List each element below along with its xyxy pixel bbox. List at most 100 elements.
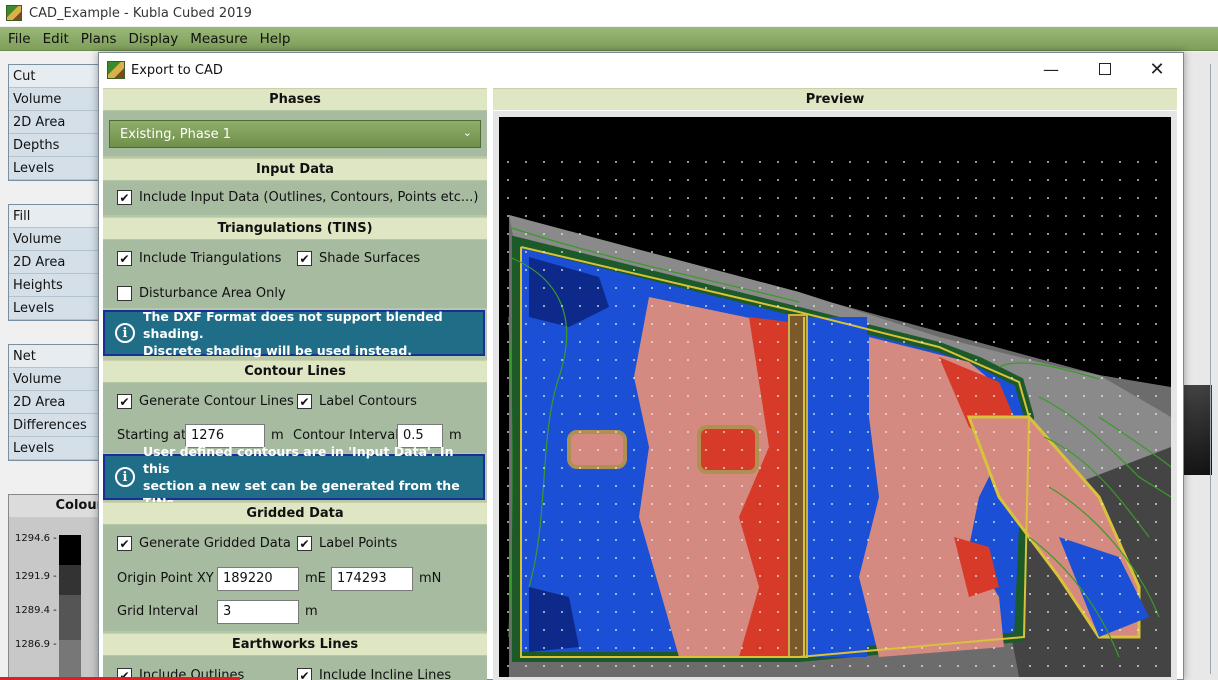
export-options-panel: Phases Existing, Phase 1 ⌄ Input Data ✔ … [103,88,487,680]
cut-header[interactable]: Cut [9,65,107,88]
origin-point-label: Origin Point XY [117,571,214,586]
include-triangulations-row[interactable]: ✔ Include Triangulations [117,251,281,266]
shade-surfaces-row[interactable]: ✔ Shade Surfaces [297,251,420,266]
include-input-data-row[interactable]: ✔ Include Input Data (Outlines, Contours… [117,190,478,205]
net-volume[interactable]: Volume [9,368,107,391]
cut-group: Cut Volume 2D Area Depths Levels [8,64,108,181]
dxf-info-line-1: The DXF Format does not support blended … [143,308,443,341]
origin-y-unit: mN [419,571,442,586]
info-icon: i [115,467,135,487]
disturbance-area-row[interactable]: Disturbance Area Only [117,286,286,301]
include-incline-label: Include Incline Lines [319,668,452,680]
starting-at-unit: m [271,428,284,443]
preview-header: Preview [493,88,1177,110]
contours-info-text: User defined contours are in 'Input Data… [143,443,483,511]
disturbance-area-checkbox[interactable] [117,286,132,301]
generate-contours-checkbox[interactable]: ✔ [117,394,132,409]
preview-area [493,111,1177,680]
label-contours-row[interactable]: ✔ Label Contours [297,394,417,409]
origin-x-input[interactable]: 189220 [217,567,299,591]
colour-legend-panel: Colour 1294.6 - 1291.9 - 1289.4 - 1286.9… [8,494,108,680]
disturbance-area-label: Disturbance Area Only [139,286,286,301]
stats-sidebar: Cut Volume 2D Area Depths Levels Fill Vo… [8,64,108,680]
fill-group: Fill Volume 2D Area Heights Levels [8,204,108,321]
fill-volume[interactable]: Volume [9,228,107,251]
colour-label: 1289.4 - [15,605,57,616]
phase-select[interactable]: Existing, Phase 1 ⌄ [109,120,481,148]
minimize-icon: — [1043,59,1059,79]
include-input-data-checkbox[interactable]: ✔ [117,190,132,205]
contour-interval-label: Contour Interval [293,428,399,443]
gridded-data-header: Gridded Data [103,502,487,524]
label-points-row[interactable]: ✔ Label Points [297,536,397,551]
grid-interval-input[interactable]: 3 [217,600,299,624]
starting-at-label: Starting at [117,428,187,443]
include-triangulations-label: Include Triangulations [139,251,282,266]
net-2d-area[interactable]: 2D Area [9,391,107,414]
origin-y-input[interactable]: 174293 [331,567,413,591]
label-contours-label: Label Contours [319,394,417,409]
grid-interval-label: Grid Interval [117,604,199,619]
include-input-data-label: Include Input Data (Outlines, Contours, … [139,190,479,205]
include-incline-checkbox[interactable]: ✔ [297,668,312,680]
close-icon: ✕ [1149,58,1165,80]
cut-2d-area[interactable]: 2D Area [9,111,107,134]
net-header[interactable]: Net [9,345,107,368]
info-icon: i [115,323,135,343]
fill-heights[interactable]: Heights [9,274,107,297]
include-triangulations-checkbox[interactable]: ✔ [117,251,132,266]
fill-header[interactable]: Fill [9,205,107,228]
menu-display[interactable]: Display [125,31,183,47]
phase-select-value: Existing, Phase 1 [120,126,231,142]
fill-2d-area[interactable]: 2D Area [9,251,107,274]
contours-info-line-1: User defined contours are in 'Input Data… [143,444,454,476]
fill-levels[interactable]: Levels [9,297,107,320]
dxf-info-line-2: Discrete shading will be used instead. [143,342,413,358]
gridded-points [499,157,1171,677]
include-incline-row[interactable]: ✔ Include Incline Lines [297,668,451,680]
generate-gridded-checkbox[interactable]: ✔ [117,536,132,551]
shade-surfaces-label: Shade Surfaces [319,251,421,266]
minimize-button[interactable]: — [1025,53,1077,85]
app-titlebar: CAD_Example - Kubla Cubed 2019 [0,0,1218,26]
net-differences[interactable]: Differences [9,414,107,437]
colour-label: 1286.9 - [15,639,57,650]
contours-info: i User defined contours are in 'Input Da… [103,444,485,510]
export-to-cad-dialog: Export to CAD — ✕ Phases Existing, Phase… [98,52,1184,680]
label-points-checkbox[interactable]: ✔ [297,536,312,551]
net-levels[interactable]: Levels [9,437,107,460]
menu-file[interactable]: File [4,31,35,47]
cut-volume[interactable]: Volume [9,88,107,111]
shade-surfaces-checkbox[interactable]: ✔ [297,251,312,266]
colour-scale-bar [59,535,81,680]
earthworks-lines-header: Earthworks Lines [103,633,487,655]
net-group: Net Volume 2D Area Differences Levels [8,344,108,461]
generate-gridded-row[interactable]: ✔ Generate Gridded Data [117,536,291,551]
cut-depths[interactable]: Depths [9,134,107,157]
label-contours-checkbox[interactable]: ✔ [297,394,312,409]
dialog-titlebar[interactable]: Export to CAD [99,53,1183,87]
background-3d-object [1184,385,1212,475]
dxf-shading-info-text: The DXF Format does not support blended … [143,308,483,359]
colour-legend-title: Colour [9,495,107,517]
dialog-logo-icon [107,61,125,79]
preview-canvas[interactable] [499,117,1171,677]
menu-measure[interactable]: Measure [186,31,251,47]
menu-edit[interactable]: Edit [39,31,73,47]
dxf-shading-info: i The DXF Format does not support blende… [103,308,485,359]
maximize-icon [1099,63,1111,75]
menubar: File Edit Plans Display Measure Help [0,27,1218,51]
cut-levels[interactable]: Levels [9,157,107,180]
menu-help[interactable]: Help [256,31,295,47]
contour-interval-unit: m [449,428,462,443]
app-logo-icon [6,5,22,21]
phases-header: Phases [103,88,487,110]
maximize-button[interactable] [1079,53,1131,85]
triangulations-header: Triangulations (TINS) [103,217,487,239]
input-data-header: Input Data [103,158,487,180]
generate-contours-label: Generate Contour Lines [139,394,294,409]
colour-label: 1294.6 - [15,533,57,544]
menu-plans[interactable]: Plans [77,31,121,47]
generate-contours-row[interactable]: ✔ Generate Contour Lines [117,394,294,409]
close-button[interactable]: ✕ [1131,53,1183,85]
